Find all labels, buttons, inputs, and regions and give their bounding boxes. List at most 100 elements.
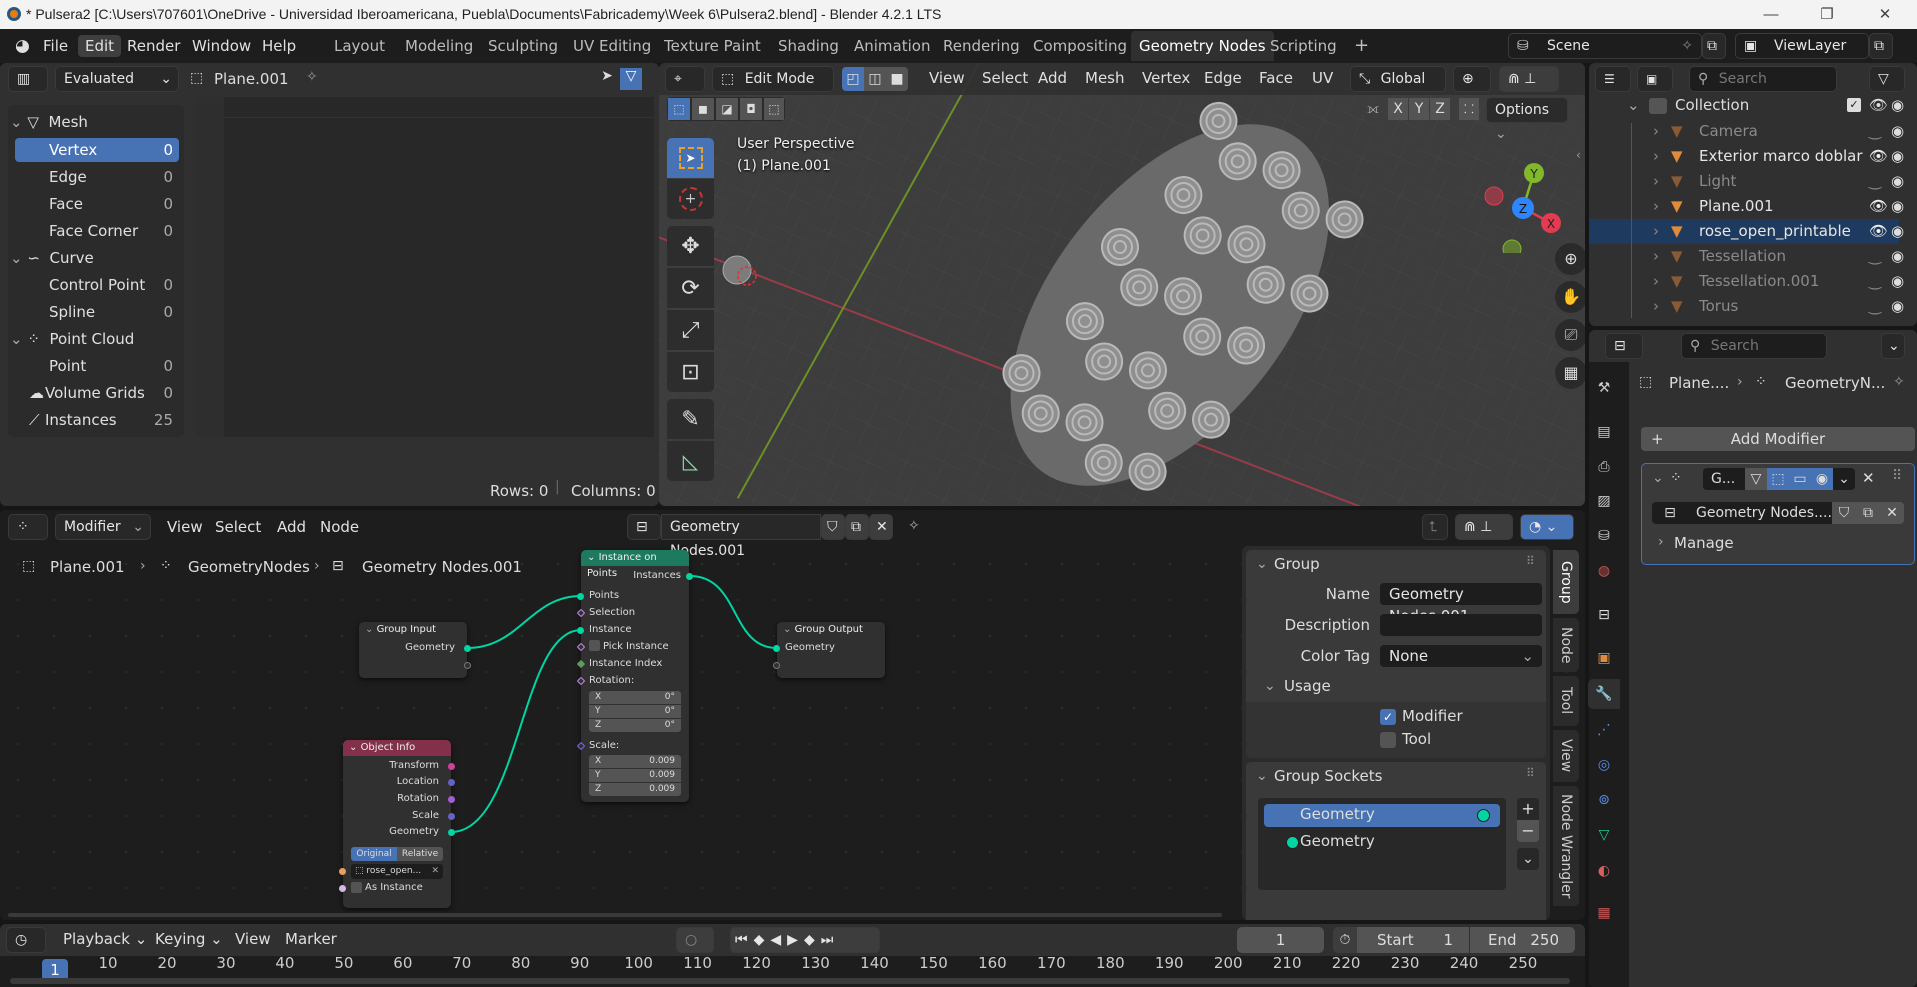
remove-socket-button[interactable]: −: [1517, 820, 1539, 842]
outliner-row[interactable]: › ▼ Torus ‿ ◉: [1589, 294, 1904, 319]
eye-closed-icon[interactable]: ‿: [1869, 119, 1881, 144]
input-object-socket[interactable]: [339, 868, 346, 875]
domain-group-curve[interactable]: ⌄ ∽ Curve: [10, 246, 174, 270]
camera-render-icon[interactable]: ◉: [1891, 144, 1904, 169]
menu-edit[interactable]: Edit: [78, 35, 122, 57]
view-layer-properties-tab[interactable]: ▨: [1588, 486, 1620, 516]
outliner-row[interactable]: › ▼ Camera ‿ ◉: [1589, 119, 1904, 144]
scale-z-field[interactable]: Z 0.009: [589, 783, 681, 796]
pivot-point-dropdown[interactable]: ⊕: [1453, 66, 1491, 92]
tab-scripting[interactable]: Scripting: [1262, 31, 1345, 61]
unlink-icon[interactable]: ✕: [1880, 502, 1904, 524]
data-properties-tab[interactable]: ▽: [1588, 820, 1620, 850]
pan-hand-icon[interactable]: ✋: [1555, 281, 1585, 313]
current-frame-field[interactable]: 1: [1237, 927, 1324, 953]
input-as-instance-socket[interactable]: [339, 885, 346, 892]
overlay-toggle[interactable]: ◔ ⌄: [1520, 514, 1574, 540]
rotation-z-field[interactable]: Z 0°: [589, 719, 681, 732]
minimize-button[interactable]: —: [1748, 2, 1794, 28]
tab-sculpting[interactable]: Sculpting: [480, 31, 566, 61]
node-editor[interactable]: ⁘ Modifier ⌄ View Select Add Node ⊟ Geom…: [0, 510, 1585, 920]
outliner-search[interactable]: ⚲ Search: [1689, 66, 1837, 92]
node-group-browse-icon[interactable]: ⊟: [1652, 502, 1688, 524]
pick-instance-checkbox[interactable]: [589, 640, 600, 651]
viewport-menu-mesh[interactable]: Mesh: [1078, 67, 1132, 89]
properties-editor-type-icon[interactable]: ⊟: [1605, 333, 1643, 359]
object-name[interactable]: rose_open_printable: [1699, 219, 1851, 244]
jump-start-button[interactable]: ⏮: [735, 932, 754, 948]
sidebar-tab-node-wrangler[interactable]: Node Wrangler: [1553, 786, 1579, 906]
input-geometry-socket[interactable]: [773, 645, 780, 652]
sidebar-expand-icon[interactable]: ‹: [1576, 148, 1581, 162]
close-window-button[interactable]: ✕: [1862, 2, 1908, 28]
jump-end-button[interactable]: ⏭: [821, 932, 840, 948]
clear-object-icon[interactable]: ✕: [431, 864, 439, 879]
viewport-menu-add[interactable]: Add: [1031, 67, 1074, 89]
object-name[interactable]: Light: [1699, 169, 1736, 194]
mirror-x-toggle[interactable]: X: [1388, 98, 1408, 120]
domain-group-point-cloud[interactable]: ⌄ ⁘ Point Cloud: [10, 327, 174, 351]
end-frame-field[interactable]: End 250: [1470, 927, 1575, 953]
instance-on-points-node[interactable]: ⌄ Instance on Points Instances Points Se…: [576, 550, 693, 802]
timeline-scrollbar[interactable]: [10, 978, 1570, 984]
rotation-x-field[interactable]: X 0°: [589, 691, 681, 704]
outliner-row[interactable]: › ▼ rose_open_printable 👁 ◉: [1589, 219, 1904, 244]
viewport-menu-select[interactable]: Select: [975, 67, 1035, 89]
filter-icon[interactable]: ▽: [1869, 66, 1905, 92]
rotate-tool[interactable]: ⟳: [667, 268, 714, 308]
object-info-node[interactable]: ⌄ Object Info Transform Location Rotatio…: [339, 740, 455, 908]
blender-menu-icon[interactable]: ◕: [8, 35, 37, 57]
domain-spline[interactable]: Spline 0: [15, 300, 179, 324]
maximize-button[interactable]: ❐: [1804, 2, 1850, 28]
outliner-row[interactable]: › ▼ Tessellation.001 ‿ ◉: [1589, 269, 1904, 294]
auto-keying-toggle[interactable]: ○: [676, 927, 714, 953]
chevron-down-icon[interactable]: ⌄: [1256, 768, 1268, 784]
chevron-down-icon[interactable]: ⌄: [1264, 678, 1276, 694]
transform-orientation-dropdown[interactable]: ⤡ Global: [1350, 66, 1446, 92]
input-instance-socket[interactable]: [577, 627, 584, 634]
particles-properties-tab[interactable]: ⋰: [1588, 715, 1620, 745]
navigation-gizmo[interactable]: Y Z X: [1470, 143, 1570, 253]
exclude-checkbox[interactable]: ✓: [1847, 98, 1861, 112]
new-view-layer-button[interactable]: ⧉: [1869, 33, 1893, 59]
viewport-menu-face[interactable]: Face: [1252, 67, 1300, 89]
duplicate-icon[interactable]: ⧉: [1856, 502, 1880, 524]
keying-menu[interactable]: Keying ⌄: [148, 928, 230, 950]
parent-node-tree-icon[interactable]: ⮤: [1422, 514, 1448, 540]
outliner-editor-type-icon[interactable]: ☰: [1595, 66, 1631, 92]
group-output-node[interactable]: ⌄ Group Output Geometry: [773, 622, 885, 678]
eye-closed-icon[interactable]: ‿: [1869, 169, 1881, 194]
camera-render-icon[interactable]: ◉: [1891, 93, 1904, 118]
viewport-menu-edge[interactable]: Edge: [1197, 67, 1249, 89]
manage-subpanel[interactable]: Manage: [1674, 534, 1734, 552]
scale-y-field[interactable]: Y 0.009: [589, 769, 681, 782]
scale-x-field[interactable]: X 0.009: [589, 755, 681, 768]
object-name[interactable]: Exterior marco doblar: [1699, 144, 1863, 169]
expand-chevron-icon[interactable]: ›: [1653, 244, 1659, 269]
collection-properties-tab[interactable]: ⊟: [1588, 600, 1620, 630]
next-keyframe-button[interactable]: ◆: [804, 932, 821, 948]
output-geometry-socket[interactable]: [448, 829, 455, 836]
viewport-display-toggle-icon[interactable]: ▭: [1789, 468, 1811, 490]
tab-layout[interactable]: Layout: [326, 31, 393, 61]
tool-checkbox[interactable]: [1380, 732, 1396, 748]
camera-render-icon[interactable]: ◉: [1891, 169, 1904, 194]
eye-closed-icon[interactable]: ‿: [1869, 269, 1881, 294]
space-relative-button[interactable]: Relative: [397, 847, 443, 861]
pin-icon[interactable]: ✧: [306, 69, 318, 85]
3d-viewport[interactable]: ⌖ ⬚ Edit Mode ◰ ◫ ■ View Select Add Mesh…: [659, 63, 1585, 506]
object-name[interactable]: Tessellation.001: [1699, 269, 1819, 294]
snap-toggle[interactable]: ⋒ ⊥: [1455, 514, 1513, 540]
expand-chevron-icon[interactable]: ›: [1653, 294, 1659, 319]
viewport-menu-uv[interactable]: UV: [1305, 67, 1340, 89]
drag-handle-icon[interactable]: ⠿: [1526, 554, 1535, 568]
select-box-tool[interactable]: ➤: [667, 138, 714, 178]
move-tool[interactable]: ✥: [667, 226, 714, 266]
camera-view-icon[interactable]: ⎚: [1555, 319, 1585, 351]
tab-rendering[interactable]: Rendering: [935, 31, 1028, 61]
marker-menu[interactable]: Marker: [278, 928, 344, 950]
sidebar-tab-tool[interactable]: Tool: [1553, 676, 1579, 726]
render-toggle-icon[interactable]: ◉: [1811, 468, 1833, 490]
camera-render-icon[interactable]: ◉: [1891, 244, 1904, 269]
modifier-options-dropdown[interactable]: ⌄: [1833, 468, 1855, 490]
